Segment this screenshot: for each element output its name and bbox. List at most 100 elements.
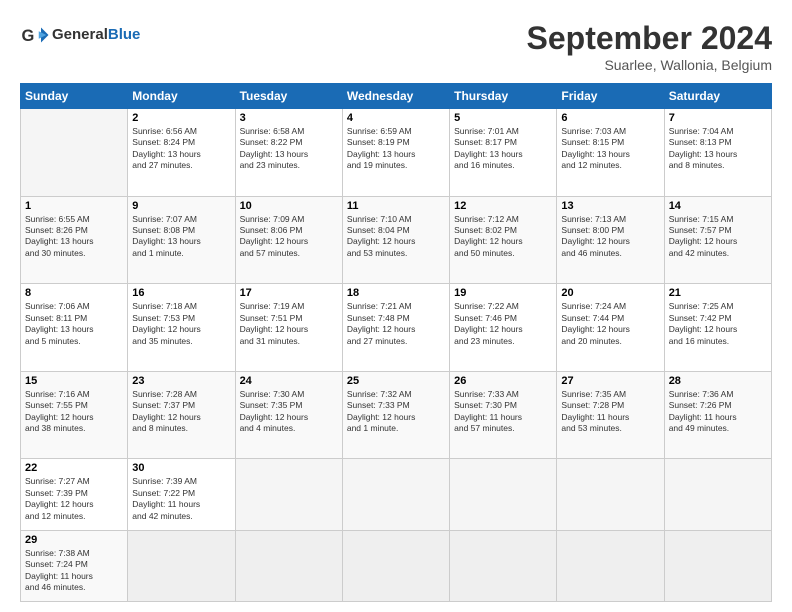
table-row xyxy=(342,530,449,601)
day-info: Sunrise: 7:22 AMSunset: 7:46 PMDaylight:… xyxy=(454,301,552,347)
day-info: Sunrise: 6:56 AMSunset: 8:24 PMDaylight:… xyxy=(132,126,230,172)
calendar-week-row: 15 Sunrise: 7:16 AMSunset: 7:55 PMDayligh… xyxy=(21,371,772,459)
col-wednesday: Wednesday xyxy=(342,84,449,109)
day-number: 13 xyxy=(561,200,659,212)
day-number: 28 xyxy=(669,375,767,387)
day-number: 26 xyxy=(454,375,552,387)
day-info: Sunrise: 7:19 AMSunset: 7:51 PMDaylight:… xyxy=(240,301,338,347)
day-number: 19 xyxy=(454,287,552,299)
logo-general: General xyxy=(52,26,108,43)
day-number: 11 xyxy=(347,200,445,212)
table-row: 22Sunrise: 7:27 AMSunset: 7:39 PMDayligh… xyxy=(21,459,128,530)
day-info: Sunrise: 6:58 AMSunset: 8:22 PMDaylight:… xyxy=(240,126,338,172)
day-number: 14 xyxy=(669,200,767,212)
day-info: Sunrise: 7:09 AMSunset: 8:06 PMDaylight:… xyxy=(240,214,338,260)
day-info: Sunrise: 7:13 AMSunset: 8:00 PMDaylight:… xyxy=(561,214,659,260)
day-number: 23 xyxy=(132,375,230,387)
table-row: 12 Sunrise: 7:12 AMSunset: 8:02 PMDayligh… xyxy=(450,196,557,284)
table-row xyxy=(664,459,771,530)
calendar-table: Sunday Monday Tuesday Wednesday Thursday… xyxy=(20,83,772,602)
table-row xyxy=(450,530,557,601)
table-row: 9Sunrise: 7:07 AMSunset: 8:08 PMDaylight… xyxy=(128,196,235,284)
day-info: Sunrise: 7:38 AMSunset: 7:24 PMDaylight:… xyxy=(25,548,123,594)
table-row xyxy=(235,530,342,601)
table-row: 26 Sunrise: 7:33 AMSunset: 7:30 PMDayligh… xyxy=(450,371,557,459)
table-row: 2Sunrise: 6:56 AMSunset: 8:24 PMDaylight… xyxy=(128,109,235,197)
day-number: 1 xyxy=(25,200,123,212)
day-info: Sunrise: 7:16 AMSunset: 7:55 PMDaylight:… xyxy=(25,389,123,435)
day-info: Sunrise: 7:39 AMSunset: 7:22 PMDaylight:… xyxy=(132,476,230,522)
day-number: 7 xyxy=(669,112,767,124)
col-friday: Friday xyxy=(557,84,664,109)
day-number: 8 xyxy=(25,287,123,299)
svg-text:G: G xyxy=(22,27,35,45)
calendar-week-row: 8 Sunrise: 7:06 AMSunset: 8:11 PMDaylight… xyxy=(21,284,772,372)
table-row: 14 Sunrise: 7:15 AMSunset: 7:57 PMDayligh… xyxy=(664,196,771,284)
table-row: 5 Sunrise: 7:01 AMSunset: 8:17 PMDaylight… xyxy=(450,109,557,197)
day-info: Sunrise: 7:12 AMSunset: 8:02 PMDaylight:… xyxy=(454,214,552,260)
col-monday: Monday xyxy=(128,84,235,109)
day-number: 3 xyxy=(240,112,338,124)
day-number: 15 xyxy=(25,375,123,387)
day-number: 6 xyxy=(561,112,659,124)
page: G GeneralBlue September 2024 Suarlee, Wa… xyxy=(0,0,792,612)
day-number: 10 xyxy=(240,200,338,212)
logo: G GeneralBlue xyxy=(20,20,140,50)
table-row: 13 Sunrise: 7:13 AMSunset: 8:00 PMDayligh… xyxy=(557,196,664,284)
table-row xyxy=(557,459,664,530)
day-info: Sunrise: 7:06 AMSunset: 8:11 PMDaylight:… xyxy=(25,301,123,347)
logo-icon: G xyxy=(20,20,50,50)
table-row: 28Sunrise: 7:36 AMSunset: 7:26 PMDayligh… xyxy=(664,371,771,459)
day-number: 5 xyxy=(454,112,552,124)
table-row: 25 Sunrise: 7:32 AMSunset: 7:33 PMDayligh… xyxy=(342,371,449,459)
table-row: 20 Sunrise: 7:24 AMSunset: 7:44 PMDayligh… xyxy=(557,284,664,372)
day-info: Sunrise: 7:33 AMSunset: 7:30 PMDaylight:… xyxy=(454,389,552,435)
day-info: Sunrise: 7:01 AMSunset: 8:17 PMDaylight:… xyxy=(454,126,552,172)
day-number: 12 xyxy=(454,200,552,212)
day-number: 17 xyxy=(240,287,338,299)
table-row: 19 Sunrise: 7:22 AMSunset: 7:46 PMDayligh… xyxy=(450,284,557,372)
day-number: 27 xyxy=(561,375,659,387)
month-title: September 2024 xyxy=(527,20,772,57)
logo-blue: Blue xyxy=(108,26,141,43)
location: Suarlee, Wallonia, Belgium xyxy=(527,57,772,73)
table-row: 16 Sunrise: 7:18 AMSunset: 7:53 PMDayligh… xyxy=(128,284,235,372)
title-area: September 2024 Suarlee, Wallonia, Belgiu… xyxy=(527,20,772,73)
table-row xyxy=(128,530,235,601)
day-info: Sunrise: 7:32 AMSunset: 7:33 PMDaylight:… xyxy=(347,389,445,435)
table-row: 8 Sunrise: 7:06 AMSunset: 8:11 PMDaylight… xyxy=(21,284,128,372)
day-info: Sunrise: 7:04 AMSunset: 8:13 PMDaylight:… xyxy=(669,126,767,172)
day-number: 25 xyxy=(347,375,445,387)
day-number: 21 xyxy=(669,287,767,299)
day-info: Sunrise: 7:27 AMSunset: 7:39 PMDaylight:… xyxy=(25,476,123,522)
calendar-header-row: Sunday Monday Tuesday Wednesday Thursday… xyxy=(21,84,772,109)
table-row: 10 Sunrise: 7:09 AMSunset: 8:06 PMDayligh… xyxy=(235,196,342,284)
header: G GeneralBlue September 2024 Suarlee, Wa… xyxy=(20,20,772,73)
day-info: Sunrise: 7:25 AMSunset: 7:42 PMDaylight:… xyxy=(669,301,767,347)
col-tuesday: Tuesday xyxy=(235,84,342,109)
table-row: 17 Sunrise: 7:19 AMSunset: 7:51 PMDayligh… xyxy=(235,284,342,372)
day-info: Sunrise: 7:30 AMSunset: 7:35 PMDaylight:… xyxy=(240,389,338,435)
day-info: Sunrise: 7:07 AMSunset: 8:08 PMDaylight:… xyxy=(132,214,230,260)
day-info: Sunrise: 6:55 AMSunset: 8:26 PMDaylight:… xyxy=(25,214,123,260)
day-number: 16 xyxy=(132,287,230,299)
day-info: Sunrise: 7:03 AMSunset: 8:15 PMDaylight:… xyxy=(561,126,659,172)
table-row xyxy=(235,459,342,530)
day-number: 4 xyxy=(347,112,445,124)
table-row xyxy=(342,459,449,530)
col-sunday: Sunday xyxy=(21,84,128,109)
day-number: 20 xyxy=(561,287,659,299)
table-row: 7 Sunrise: 7:04 AMSunset: 8:13 PMDaylight… xyxy=(664,109,771,197)
table-row: 6 Sunrise: 7:03 AMSunset: 8:15 PMDaylight… xyxy=(557,109,664,197)
table-row xyxy=(450,459,557,530)
table-row: 3 Sunrise: 6:58 AMSunset: 8:22 PMDaylight… xyxy=(235,109,342,197)
day-info: Sunrise: 7:10 AMSunset: 8:04 PMDaylight:… xyxy=(347,214,445,260)
calendar-week-row: 2Sunrise: 6:56 AMSunset: 8:24 PMDaylight… xyxy=(21,109,772,197)
day-info: Sunrise: 7:18 AMSunset: 7:53 PMDaylight:… xyxy=(132,301,230,347)
calendar-week-row: 29Sunrise: 7:38 AMSunset: 7:24 PMDayligh… xyxy=(21,530,772,601)
day-info: Sunrise: 6:59 AMSunset: 8:19 PMDaylight:… xyxy=(347,126,445,172)
day-info: Sunrise: 7:24 AMSunset: 7:44 PMDaylight:… xyxy=(561,301,659,347)
table-row: 24Sunrise: 7:30 AMSunset: 7:35 PMDayligh… xyxy=(235,371,342,459)
table-row: 23Sunrise: 7:28 AMSunset: 7:37 PMDayligh… xyxy=(128,371,235,459)
day-info: Sunrise: 7:15 AMSunset: 7:57 PMDaylight:… xyxy=(669,214,767,260)
